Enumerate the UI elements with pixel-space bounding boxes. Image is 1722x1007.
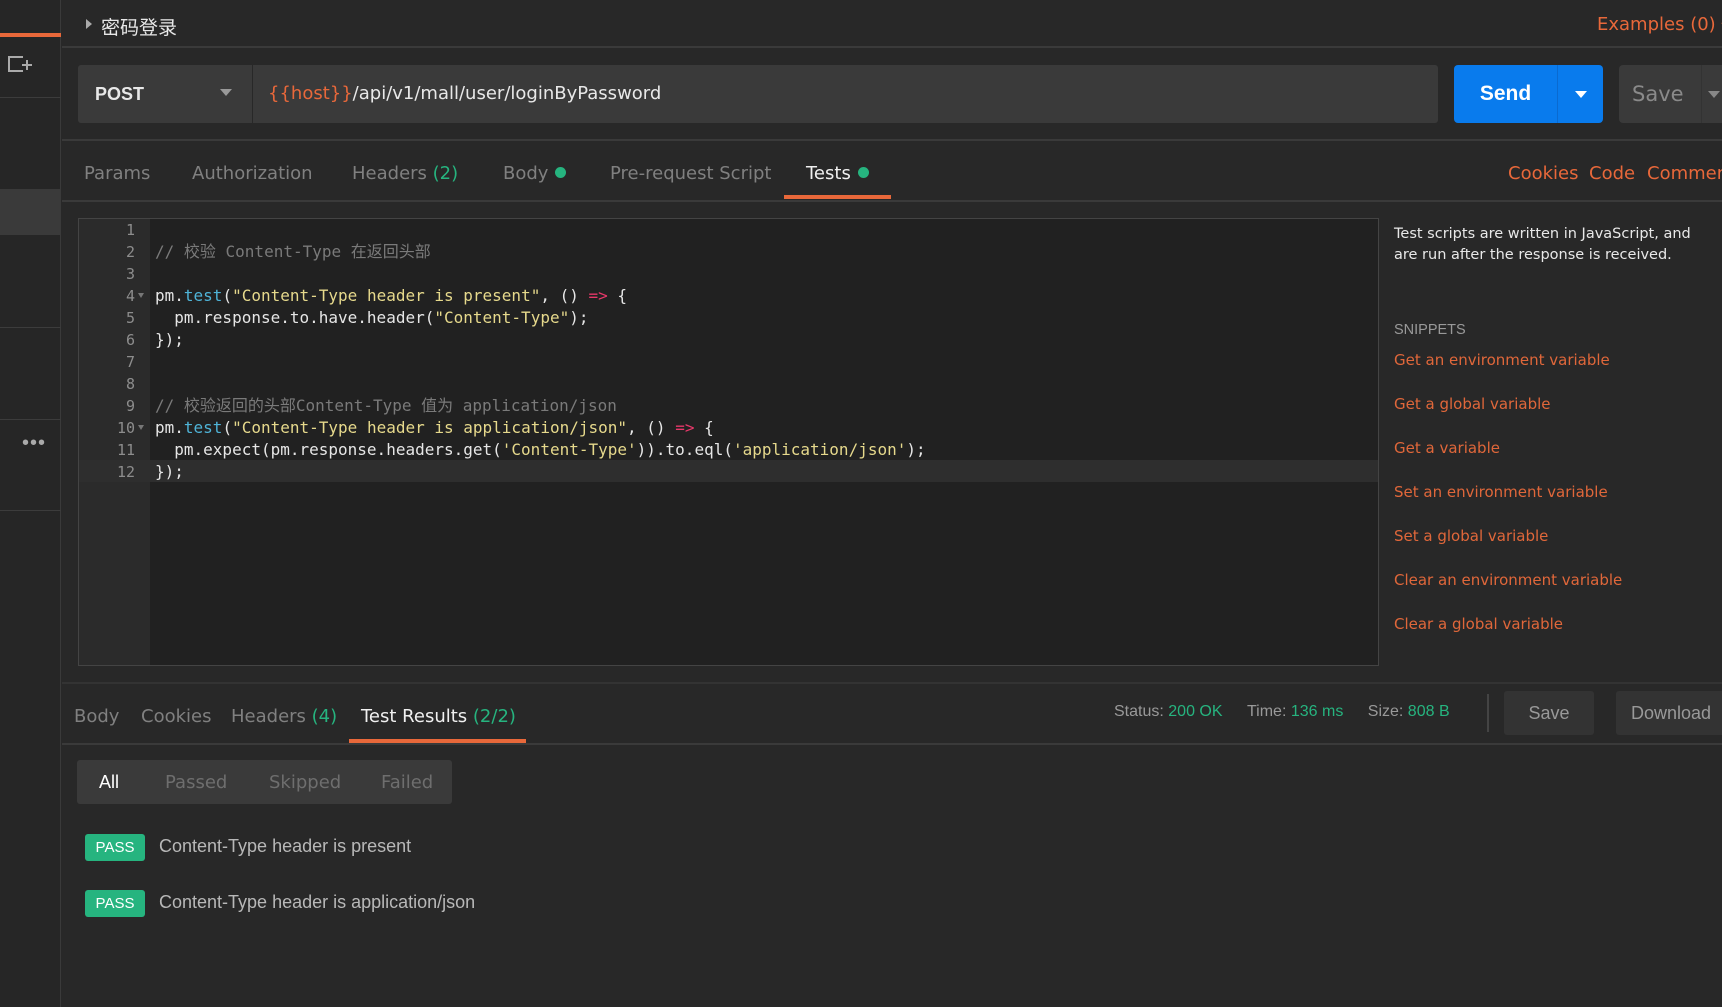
snippet-link[interactable]: Set an environment variable — [1394, 483, 1608, 501]
request-title[interactable]: 密码登录 — [101, 13, 177, 40]
tab-pre-request-script[interactable]: Pre-request Script — [610, 163, 771, 184]
size-label: Size: — [1367, 703, 1404, 720]
more-icon[interactable]: ••• — [22, 432, 46, 455]
code-line: pm.response.to.have.header("Content-Type… — [155, 308, 589, 327]
chevron-down-icon — [220, 89, 232, 96]
cookies-link[interactable]: Cookies — [1508, 163, 1578, 184]
method-label: POST — [95, 84, 145, 104]
expand-caret-icon[interactable] — [86, 19, 92, 29]
filter-failed[interactable]: Failed — [381, 772, 433, 793]
line-number: 4 — [125, 287, 135, 305]
code-line: pm.test("Content-Type header is applicat… — [155, 418, 714, 437]
fold-arrow-icon[interactable] — [138, 293, 144, 298]
time-label: Time: — [1246, 703, 1287, 720]
status-label: Status: — [1114, 703, 1164, 720]
line-number: 3 — [125, 265, 135, 283]
sidebar: ••• — [0, 0, 61, 1007]
fold-arrow-icon[interactable] — [138, 425, 144, 430]
url-path: /api/v1/mall/user/loginByPassword — [352, 83, 662, 104]
line-number: 8 — [125, 375, 135, 393]
method-select[interactable]: POST — [78, 65, 252, 123]
tab-label: Body — [503, 163, 549, 184]
modified-dot-icon — [555, 167, 567, 178]
active-tab-indicator — [784, 195, 891, 199]
code-line: pm.test("Content-Type header is present"… — [155, 286, 628, 305]
save-label: Save — [1632, 82, 1684, 106]
code-line: // 校验返回的头部Content-Type 值为 application/js… — [155, 396, 617, 415]
tab-authorization[interactable]: Authorization — [192, 163, 313, 184]
tab-headers[interactable]: Headers (2) — [352, 163, 458, 184]
line-number: 10 — [116, 419, 135, 437]
filter-skipped[interactable]: Skipped — [269, 772, 341, 793]
size-value: 808 B — [1407, 703, 1450, 720]
divider — [1487, 694, 1489, 732]
save-response-button[interactable]: Save — [1504, 691, 1594, 735]
code-line: pm.expect(pm.response.headers.get('Conte… — [155, 440, 926, 459]
download-button[interactable]: Download — [1616, 691, 1722, 735]
response-tab-test-results[interactable]: Test Results (2/2) — [361, 706, 516, 727]
url-variable: {{host}} — [268, 83, 353, 104]
line-number: 9 — [125, 397, 135, 415]
url-input[interactable]: {{host}}/api/v1/mall/user/loginByPasswor… — [253, 65, 1438, 123]
code-line: }); — [155, 462, 184, 481]
tab-label: Tests — [806, 163, 851, 184]
code-line: // 校验 Content-Type 在返回头部 — [155, 242, 431, 261]
send-button[interactable]: Send — [1454, 65, 1557, 123]
comments-link[interactable]: Comments — [1647, 163, 1722, 184]
pass-badge: PASS — [85, 834, 145, 861]
line-number: 1 — [125, 221, 135, 239]
line-number: 2 — [125, 243, 135, 261]
save-button[interactable]: Save — [1619, 65, 1722, 123]
filter-passed[interactable]: Passed — [165, 772, 227, 793]
chevron-down-icon — [1708, 91, 1720, 98]
line-number: 7 — [125, 353, 135, 371]
snippet-link[interactable]: Set a global variable — [1394, 527, 1548, 545]
new-collection-icon[interactable] — [8, 56, 32, 76]
modified-dot-icon — [857, 167, 869, 178]
filter-all[interactable]: All — [99, 772, 119, 793]
line-number: 12 — [116, 463, 135, 481]
sidebar-selected-item[interactable] — [0, 189, 61, 235]
line-number: 5 — [125, 309, 135, 327]
test-result-name: Content-Type header is application/json — [159, 892, 476, 912]
snippets-heading: SNIPPETS — [1394, 322, 1466, 338]
snippet-link[interactable]: Get a variable — [1394, 439, 1500, 457]
tab-count: (2/2) — [472, 706, 516, 727]
send-options-button[interactable] — [1557, 65, 1603, 123]
tab-tests[interactable]: Tests — [806, 163, 869, 184]
active-indicator — [0, 33, 61, 37]
tab-label: Headers — [352, 163, 427, 184]
code-editor[interactable]: 1 2// 校验 Content-Type 在返回头部 3 4 pm.test("Con… — [78, 218, 1379, 666]
tab-label: Headers — [231, 706, 306, 727]
response-tab-headers[interactable]: Headers (4) — [231, 706, 337, 727]
snippet-link[interactable]: Clear an environment variable — [1394, 571, 1622, 589]
code-line: }); — [155, 330, 184, 349]
snippet-link[interactable]: Clear a global variable — [1394, 615, 1563, 633]
snippet-link[interactable]: Get an environment variable — [1394, 351, 1610, 369]
pass-badge: PASS — [85, 890, 145, 917]
snippet-link[interactable]: Get a global variable — [1394, 395, 1551, 413]
tab-count: (2) — [432, 163, 459, 184]
time-value: 136 ms — [1290, 703, 1344, 720]
tests-description: Test scripts are written in JavaScript, … — [1394, 226, 1691, 263]
tab-count: (4) — [311, 706, 338, 727]
examples-label: Examples (0) — [1597, 14, 1716, 35]
code-link[interactable]: Code — [1589, 163, 1635, 184]
status-value: 200 OK — [1168, 703, 1223, 720]
tab-params[interactable]: Params — [84, 163, 150, 184]
tab-label: Test Results — [361, 706, 468, 727]
chevron-down-icon — [1575, 91, 1587, 98]
response-meta: Status: 200 OK Time: 136 ms Size: 808 B — [1114, 703, 1450, 721]
line-number: 6 — [125, 331, 135, 349]
response-tab-cookies[interactable]: Cookies — [141, 706, 211, 727]
tab-body[interactable]: Body — [503, 163, 567, 184]
line-number: 11 — [116, 441, 135, 459]
test-result-name: Content-Type header is present — [159, 836, 412, 856]
response-tab-body[interactable]: Body — [74, 706, 119, 727]
examples-dropdown[interactable]: Examples (0) ▼ — [1597, 14, 1722, 35]
